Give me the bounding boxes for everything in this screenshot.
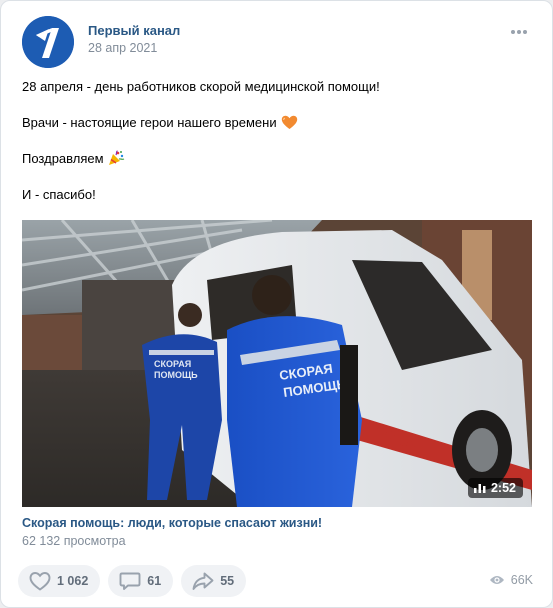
post-date[interactable]: 28 апр 2021: [88, 41, 157, 55]
video-preview-image: ОЩЬ СКОРАЯ ПОМОЩЬ СКОРАЯ ПОМОЩЬ: [22, 220, 532, 507]
share-icon: [192, 572, 214, 590]
more-options-button[interactable]: [508, 25, 530, 39]
svg-text:СКОРАЯ: СКОРАЯ: [154, 359, 191, 369]
post-text-line: 28 апреля - день работников скорой медиц…: [22, 78, 532, 96]
post-text-line-3: Поздравляем: [22, 151, 104, 166]
post-card: Первый канал 28 апр 2021 28 апреля - ден…: [0, 0, 553, 608]
views-count: 66K: [510, 573, 533, 587]
share-count: 55: [220, 574, 235, 588]
party-popper-icon: [108, 150, 124, 165]
orange-heart-icon: [281, 115, 297, 129]
post-text-line-4: И - спасибо!: [22, 187, 96, 202]
post-text-line: Поздравляем: [22, 150, 532, 168]
post-actions: 1 062 61 55: [18, 565, 247, 597]
post-text-line: Врачи - настоящие герои нашего времени: [22, 114, 532, 132]
comment-icon: [119, 572, 141, 590]
more-dots-icon: [511, 30, 527, 34]
author-name[interactable]: Первый канал: [88, 23, 180, 38]
post-text-line: И - спасибо!: [22, 186, 532, 204]
svg-text:ПОМОЩЬ: ПОМОЩЬ: [154, 370, 198, 380]
like-button[interactable]: 1 062: [18, 565, 101, 597]
post-text: 28 апреля - день работников скорой медиц…: [22, 78, 532, 222]
post-text-line-2: Врачи - настоящие герои нашего времени: [22, 115, 277, 130]
channel-avatar[interactable]: [22, 16, 74, 68]
video-thumbnail[interactable]: ОЩЬ СКОРАЯ ПОМОЩЬ СКОРАЯ ПОМОЩЬ 2:52: [22, 220, 532, 507]
heart-icon: [29, 572, 51, 591]
comment-count: 61: [147, 574, 162, 588]
like-count: 1 062: [57, 574, 89, 588]
views-counter: 66K: [489, 573, 533, 587]
bars-icon: [473, 484, 486, 493]
video-duration-badge: 2:52: [467, 478, 523, 498]
channel-one-logo-icon: [22, 16, 74, 68]
video-title-link[interactable]: Скорая помощь: люди, которые спасают жиз…: [22, 516, 322, 530]
video-views-count: 62 132 просмотра: [22, 534, 126, 548]
eye-icon: [489, 576, 504, 584]
post-text-line-1: 28 апреля - день работников скорой медиц…: [22, 79, 380, 94]
comment-button[interactable]: 61: [108, 565, 174, 597]
share-button[interactable]: 55: [181, 565, 247, 597]
video-duration: 2:52: [490, 481, 516, 495]
